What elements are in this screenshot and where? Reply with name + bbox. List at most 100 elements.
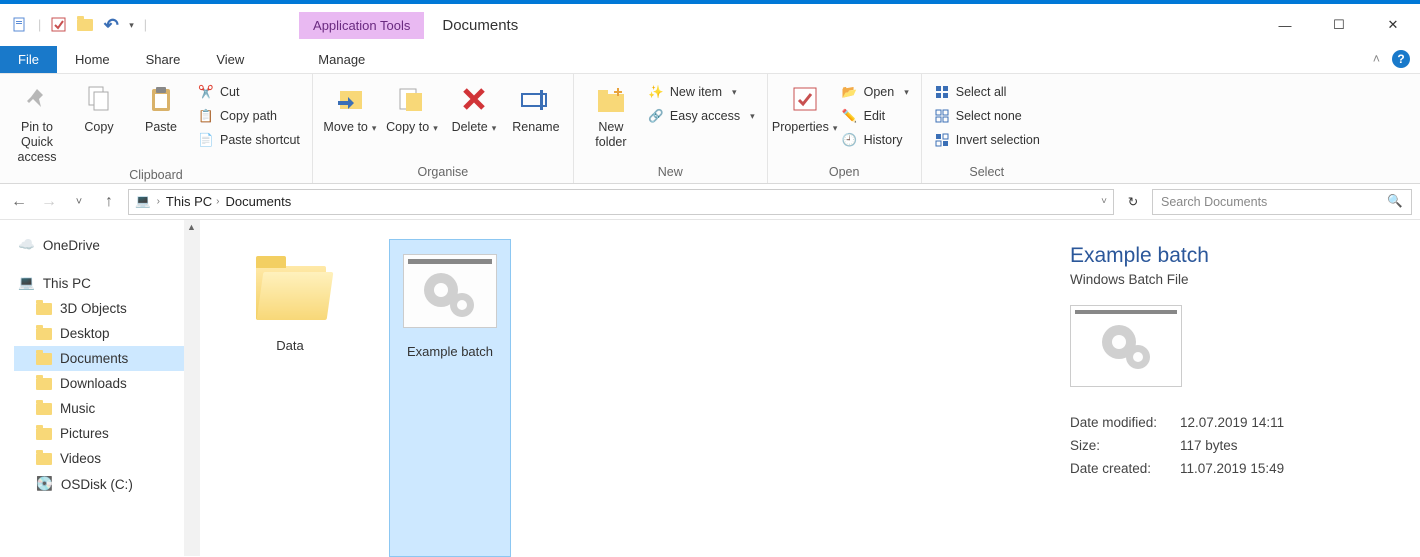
folder-icon [36,303,52,315]
tab-home[interactable]: Home [57,46,128,73]
invert-selection-icon [934,132,950,148]
tab-manage[interactable]: Manage [300,46,383,73]
history-button[interactable]: 🕘History [840,130,911,150]
history-icon: 🕘 [842,132,858,148]
recent-locations-button[interactable]: ˅ [68,196,90,208]
close-button[interactable]: ✕ [1366,4,1420,46]
rename-icon [519,82,553,116]
nav-pictures[interactable]: Pictures [14,421,200,446]
move-to-button[interactable]: Move to [323,78,377,135]
pc-icon: 💻 [135,194,151,209]
address-bar: ← → ˅ ↑ 💻 › This PC› Documents ˅ ↻ Searc… [0,184,1420,220]
nav-music[interactable]: Music [14,396,200,421]
delete-icon [457,82,491,116]
qat-dropdown-icon[interactable]: ▾ [129,20,134,31]
nav-osdisk[interactable]: 💽OSDisk (C:) [14,471,200,497]
ribbon-group-new: New folder ✨New item 🔗Easy access New [574,74,768,183]
easy-access-icon: 🔗 [648,108,664,124]
nav-scrollbar[interactable]: ▲ [184,220,200,556]
file-item-example-batch[interactable]: Example batch [390,240,510,556]
ribbon-group-select: Select all Select none Invert selection … [922,74,1052,183]
file-list[interactable]: Data Example batch [200,220,1060,556]
cut-button[interactable]: ✂️Cut [196,82,302,102]
group-label: New [584,162,757,183]
open-icon: 📂 [842,84,858,100]
ribbon: Pin to Quick access Copy Paste ✂️Cut 📋Co… [0,74,1420,184]
folder-icon [36,328,52,340]
copy-path-icon: 📋 [198,108,214,124]
ribbon-group-clipboard: Pin to Quick access Copy Paste ✂️Cut 📋Co… [0,74,313,183]
nav-downloads[interactable]: Downloads [14,371,200,396]
back-button[interactable]: ← [8,193,30,211]
context-tab-application-tools[interactable]: Application Tools [299,12,424,39]
document-icon[interactable] [12,17,28,33]
folder-icon [36,403,52,415]
pin-to-quick-access-button[interactable]: Pin to Quick access [10,78,64,165]
paste-button[interactable]: Paste [134,78,188,135]
open-button[interactable]: 📂Open [840,82,911,102]
paste-shortcut-button[interactable]: 📄Paste shortcut [196,130,302,150]
folder-icon [36,378,52,390]
breadcrumb-bar[interactable]: 💻 › This PC› Documents ˅ [128,189,1114,215]
address-dropdown-icon[interactable]: ˅ [1101,196,1107,207]
edit-button[interactable]: ✏️Edit [840,106,911,126]
nav-this-pc[interactable]: 💻This PC [14,270,200,296]
copy-path-button[interactable]: 📋Copy path [196,106,302,126]
ribbon-group-open: Properties 📂Open ✏️Edit 🕘History Open [768,74,922,183]
breadcrumb-this-pc[interactable]: This PC› [166,194,220,209]
properties-icon[interactable] [51,17,67,33]
folder-icon[interactable] [77,17,93,33]
maximize-button[interactable]: ☐ [1312,4,1366,46]
ribbon-tabs: File Home Share View Manage ˄ ? [0,46,1420,74]
collapse-ribbon-icon[interactable]: ˄ [1373,52,1380,66]
tab-file[interactable]: File [0,46,57,73]
explorer-body: ☁️OneDrive 💻This PC 3D Objects Desktop D… [0,220,1420,556]
tab-view[interactable]: View [198,46,262,73]
drive-icon: 💽 [36,476,53,492]
new-folder-button[interactable]: New folder [584,78,638,150]
breadcrumb-documents[interactable]: Documents [226,194,292,209]
copy-button[interactable]: Copy [72,78,126,135]
title-bar: | ↶ ▾ | Application Tools Documents — ☐ … [0,0,1420,46]
properties-icon [788,82,822,116]
file-item-data[interactable]: Data [230,240,350,556]
delete-button[interactable]: Delete [447,78,501,135]
folder-icon [36,428,52,440]
properties-button[interactable]: Properties [778,78,832,135]
nav-videos[interactable]: Videos [14,446,200,471]
up-button[interactable]: ↑ [98,193,120,211]
select-all-button[interactable]: Select all [932,82,1042,102]
nav-documents[interactable]: Documents [14,346,200,371]
invert-selection-button[interactable]: Invert selection [932,130,1042,150]
details-title: Example batch [1070,244,1396,268]
undo-icon[interactable]: ↶ [103,17,119,33]
nav-desktop[interactable]: Desktop [14,321,200,346]
cut-icon: ✂️ [198,84,214,100]
details-type: Windows Batch File [1070,272,1396,287]
new-item-button[interactable]: ✨New item [646,82,757,102]
nav-3d-objects[interactable]: 3D Objects [14,296,200,321]
meta-date-created: 11.07.2019 15:49 [1180,461,1396,476]
tab-share[interactable]: Share [128,46,199,73]
meta-date-created-label: Date created: [1070,461,1180,476]
paste-icon [144,82,178,116]
refresh-button[interactable]: ↻ [1122,194,1144,209]
move-to-icon [333,82,367,116]
rename-button[interactable]: Rename [509,78,563,135]
help-icon[interactable]: ? [1392,50,1410,68]
search-icon: 🔍 [1387,194,1403,209]
search-box[interactable]: Search Documents 🔍 [1152,189,1412,215]
nav-onedrive[interactable]: ☁️OneDrive [14,232,200,258]
group-label: Organise [323,162,563,183]
group-label: Clipboard [10,165,302,186]
quick-access-toolbar: | ↶ ▾ | [0,17,159,33]
minimize-button[interactable]: — [1258,4,1312,46]
select-none-button[interactable]: Select none [932,106,1042,126]
easy-access-button[interactable]: 🔗Easy access [646,106,757,126]
group-label: Select [932,162,1042,183]
forward-button[interactable]: → [38,193,60,211]
new-folder-icon [594,82,628,116]
ribbon-group-organise: Move to Copy to Delete Rename Organise [313,74,574,183]
meta-date-modified: 12.07.2019 14:11 [1180,415,1396,430]
copy-to-button[interactable]: Copy to [385,78,439,135]
